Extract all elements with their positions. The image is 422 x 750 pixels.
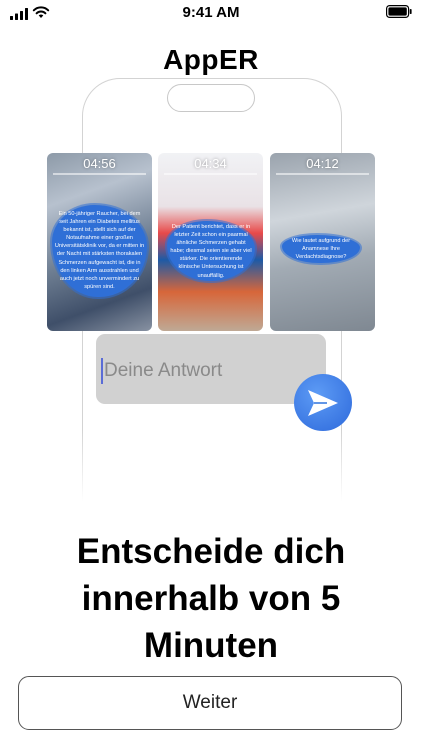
answer-placeholder: Deine Antwort <box>104 360 223 381</box>
video-progress-bar <box>164 173 257 175</box>
headline-line-1: Entscheide dich <box>76 532 346 571</box>
case-video-2[interactable]: 04:34 Der Patient berichtet, dass er in … <box>158 153 263 331</box>
phone-notch <box>167 84 255 112</box>
case-video-3[interactable]: 04:12 Wie lautet aufgrund der Anamnese I… <box>270 153 375 331</box>
video-duration: 04:34 <box>194 156 227 171</box>
headline-line-2: innerhalb von 5 <box>81 579 341 618</box>
case-video-1[interactable]: 04:56 Ein 50-jähriger Raucher, bei dem s… <box>47 153 152 331</box>
status-time: 9:41 AM <box>182 4 240 21</box>
headline-line-3: Minuten <box>143 626 279 665</box>
video-progress-bar <box>53 173 146 175</box>
video-duration: 04:12 <box>306 156 339 171</box>
app-title: AppER <box>163 44 259 75</box>
video-duration: 04:56 <box>83 156 116 171</box>
status-bar: 9:41 AM <box>0 0 422 26</box>
case-text: Der Patient berichtet, dass er in letzte… <box>170 224 252 279</box>
phone-fade-overlay <box>70 430 355 525</box>
text-cursor <box>101 358 103 384</box>
next-button[interactable]: Weiter <box>18 676 402 730</box>
case-text: Ein 50-jähriger Raucher, bei dem seit Ja… <box>54 211 145 290</box>
next-button-label: Weiter <box>182 692 238 713</box>
send-button[interactable] <box>294 374 352 431</box>
video-progress-bar <box>276 173 369 175</box>
case-text: Wie lautet aufgrund der Anamnese Ihre Ve… <box>291 238 351 261</box>
battery-icon <box>386 5 412 23</box>
send-icon <box>308 390 338 416</box>
headline: Entscheide dich innerhalb von 5 Minuten <box>0 528 422 669</box>
